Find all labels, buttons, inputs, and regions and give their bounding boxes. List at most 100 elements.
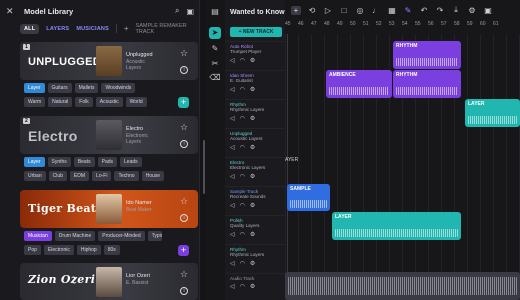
- tag[interactable]: Techno: [114, 171, 139, 181]
- settings-icon[interactable]: ⚙: [250, 260, 255, 267]
- redo-icon[interactable]: ↷: [435, 6, 445, 15]
- add-icon[interactable]: +: [291, 5, 301, 15]
- tag[interactable]: Typical: [147, 231, 162, 241]
- record-icon[interactable]: ◎: [355, 6, 365, 15]
- headphones-icon[interactable]: ◠: [240, 283, 245, 290]
- track-row[interactable]: Idan Shrem E. Guitarist ◁ ◠ ⚙: [225, 70, 285, 99]
- mute-icon[interactable]: ◁: [230, 202, 235, 209]
- mute-icon[interactable]: ◁: [230, 173, 235, 180]
- tag[interactable]: Musician: [24, 231, 52, 241]
- headphones-icon[interactable]: ◠: [240, 173, 245, 180]
- tag[interactable]: Warm: [24, 97, 46, 107]
- eraser-tool-icon[interactable]: ⌫: [209, 72, 221, 84]
- star-icon[interactable]: ☆: [180, 48, 188, 59]
- clip-sample[interactable]: SAMPLE: [287, 184, 330, 211]
- tag[interactable]: Synths: [47, 157, 71, 167]
- star-icon[interactable]: ☆: [180, 122, 188, 133]
- tab-all[interactable]: ALL: [20, 23, 40, 34]
- star-icon[interactable]: ☆: [180, 269, 188, 280]
- add-button[interactable]: +: [178, 97, 189, 108]
- model-card-zion-ozeri[interactable]: Zion Ozeri Lior Ozeri E. Bassist ☆ i: [20, 263, 198, 300]
- clip-rhythm[interactable]: RHYTHM: [393, 41, 461, 69]
- mute-icon[interactable]: ◁: [230, 144, 235, 151]
- mute-icon[interactable]: ◁: [230, 231, 235, 238]
- tab-layers[interactable]: LAYERS: [46, 26, 69, 32]
- clip-rhythm-2[interactable]: RHYTHM: [393, 70, 461, 98]
- settings-icon[interactable]: ⚙: [250, 173, 255, 180]
- tag[interactable]: Drum Machine: [54, 231, 96, 241]
- search-icon[interactable]: ⌕: [175, 6, 179, 16]
- tag[interactable]: Layer: [24, 83, 45, 93]
- mute-icon[interactable]: ◁: [230, 57, 235, 64]
- track-row[interactable]: Sample Track Recreate Sounds ◁ ◠ ⚙: [225, 186, 285, 215]
- mute-icon[interactable]: ◁: [230, 283, 235, 290]
- tag[interactable]: World: [125, 97, 147, 107]
- track-row[interactable]: Unplugged Acoustic Layers ◁ ◠ ⚙: [225, 128, 285, 157]
- settings-icon[interactable]: ⚙: [250, 283, 255, 290]
- tag[interactable]: Folk: [75, 97, 93, 107]
- rewind-icon[interactable]: ▷: [323, 6, 333, 15]
- model-card-unplugged[interactable]: 1 UNPLUGGED Unplugged Acoustic Layers ☆ …: [20, 42, 198, 110]
- loop-icon[interactable]: ⟲: [307, 6, 317, 15]
- tag[interactable]: Electronic: [43, 245, 74, 255]
- tag[interactable]: Club: [48, 171, 67, 181]
- track-row[interactable]: Electro Electronic Layers ◁ ◠ ⚙: [225, 157, 285, 186]
- clip-layer[interactable]: LAYER: [465, 99, 520, 127]
- settings-icon[interactable]: ⚙: [250, 57, 255, 64]
- mute-icon[interactable]: ◁: [230, 115, 235, 122]
- image-icon[interactable]: ▣: [186, 7, 194, 16]
- sample-remaker-tab[interactable]: SAMPLE REMAKER TRACK: [136, 23, 199, 35]
- pointer-tool-icon[interactable]: ➤: [209, 27, 221, 39]
- tag[interactable]: Natural: [48, 97, 73, 107]
- tag[interactable]: Acoustic: [95, 97, 123, 107]
- pencil-tool-icon[interactable]: ✎: [209, 43, 221, 55]
- headphones-icon[interactable]: ◠: [240, 57, 245, 64]
- clip-layer-2[interactable]: LAYER: [332, 212, 461, 240]
- close-icon[interactable]: ✕: [6, 6, 18, 17]
- headphones-icon[interactable]: ◠: [240, 86, 245, 93]
- track-row[interactable]: Audio Track ◁ ◠ ⚙: [225, 273, 285, 300]
- sidebar-toggle-icon[interactable]: ▤: [209, 6, 221, 18]
- tab-musicians[interactable]: MUSICIANS: [76, 26, 109, 32]
- track-row[interactable]: Auto Robot Trumpet Player ◁ ◠ ⚙: [225, 41, 285, 70]
- mute-icon[interactable]: ◁: [230, 260, 235, 267]
- settings-icon[interactable]: ⚙: [250, 144, 255, 151]
- tag[interactable]: 80s: [103, 245, 120, 255]
- add-button[interactable]: +: [178, 245, 189, 256]
- settings-icon[interactable]: ⚙: [467, 6, 477, 15]
- tag[interactable]: Hiphop: [76, 245, 101, 255]
- grid-icon[interactable]: ▦: [387, 6, 397, 15]
- tag[interactable]: Mallets: [74, 83, 99, 93]
- settings-icon[interactable]: ⚙: [250, 86, 255, 93]
- track-row[interactable]: Rhythm Rhythmic Layers ◁ ◠ ⚙: [225, 244, 285, 273]
- tag[interactable]: Beats: [73, 157, 95, 167]
- layout-icon[interactable]: ▣: [483, 6, 493, 15]
- plus-icon[interactable]: +: [124, 24, 129, 33]
- tag[interactable]: Urban: [24, 171, 46, 181]
- new-track-button[interactable]: + NEW TRACK: [230, 27, 282, 37]
- download-icon[interactable]: ⤓: [451, 5, 461, 15]
- playhead[interactable]: [287, 34, 288, 300]
- model-card-tiger-beats[interactable]: Tiger Beats Ido Namer Beat Maker ☆ i Mus…: [20, 190, 198, 258]
- star-icon[interactable]: ☆: [180, 196, 188, 207]
- model-card-electro[interactable]: 2 Electro Electro Electronic Layers ☆ i …: [20, 116, 198, 184]
- headphones-icon[interactable]: ◠: [240, 231, 245, 238]
- tag[interactable]: Pop: [24, 245, 41, 255]
- headphones-icon[interactable]: ◠: [240, 260, 245, 267]
- tag[interactable]: EDM: [69, 171, 90, 181]
- metronome-icon[interactable]: ♩: [371, 6, 381, 15]
- tag[interactable]: Guitars: [47, 83, 72, 93]
- tag[interactable]: Producer-Minded: [98, 231, 145, 241]
- settings-icon[interactable]: ⚙: [250, 202, 255, 209]
- settings-icon[interactable]: ⚙: [250, 231, 255, 238]
- headphones-icon[interactable]: ◠: [240, 115, 245, 122]
- undo-icon[interactable]: ↶: [419, 6, 429, 15]
- tag[interactable]: Lo-Fi: [92, 171, 112, 181]
- info-icon[interactable]: i: [180, 66, 188, 74]
- tag[interactable]: Woodwinds: [101, 83, 136, 93]
- info-icon[interactable]: i: [180, 214, 188, 222]
- track-row[interactable]: Rhythm Rhythmic Layers ◁ ◠ ⚙: [225, 99, 285, 128]
- clip-audio-track[interactable]: [285, 272, 520, 300]
- headphones-icon[interactable]: ◠: [240, 144, 245, 151]
- clip-ambience[interactable]: AMBIENCE: [326, 70, 392, 98]
